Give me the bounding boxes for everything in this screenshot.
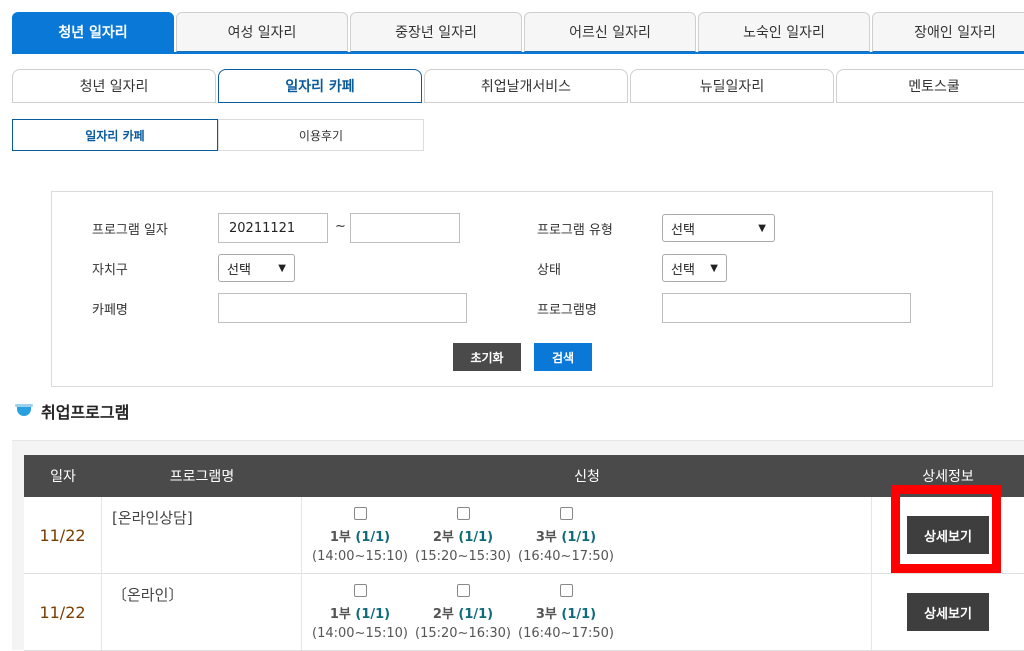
slot-part: 1부 — [329, 530, 351, 545]
slot-checkbox[interactable] — [559, 584, 573, 597]
slot-checkbox[interactable] — [456, 507, 470, 520]
tab3-reviews[interactable]: 이용후기 — [218, 119, 424, 151]
header-date: 일자 — [50, 469, 76, 485]
tabs-underline — [12, 52, 1024, 54]
header-apply: 신청 — [574, 469, 600, 485]
slot-1: 1부 (1/1) (14:00~15:10) — [310, 584, 410, 641]
district-label: 자치구 — [92, 263, 128, 278]
slot-checkbox[interactable] — [456, 584, 470, 597]
slot-part: 2부 — [432, 607, 454, 622]
view-detail-button[interactable]: 상세보기 — [907, 516, 989, 554]
slot-checkbox[interactable] — [559, 507, 573, 520]
status-select[interactable]: 선택 ▼ — [662, 254, 727, 282]
program-table: 일자 프로그램명 신청 상세정보 11/22 [온라인상담] 1부 (1/1) … — [24, 455, 1024, 651]
slot-count: (1/1) — [355, 607, 391, 622]
slot-2: 2부 (1/1) (15:20~15:30) — [413, 507, 513, 564]
district-select[interactable]: 선택 ▼ — [218, 254, 295, 282]
slot-time: (15:20~16:30) — [415, 626, 511, 641]
cafe-name-label: 카페명 — [92, 303, 128, 318]
slot-time: (14:00~15:10) — [312, 549, 408, 564]
row-date: 11/22 — [24, 497, 102, 573]
header-program-name: 프로그램명 — [169, 469, 235, 485]
subtab-new-deal-jobs[interactable]: 뉴딜일자리 — [630, 69, 834, 103]
row-detail: 상세보기 — [872, 497, 1024, 573]
tab-middle-aged-jobs[interactable]: 중장년 일자리 — [350, 12, 522, 52]
slot-part: 2부 — [432, 530, 454, 545]
slot-time: (16:40~17:50) — [518, 626, 614, 641]
subtab-mentor-school[interactable]: 멘토스쿨 — [836, 69, 1024, 103]
view-detail-button[interactable]: 상세보기 — [907, 593, 989, 631]
row-apply-slots: 1부 (1/1) (14:00~15:10) 2부 (1/1) (15:20~1… — [302, 574, 872, 650]
search-button[interactable]: 검색 — [534, 343, 592, 371]
sub-category-tabs: 청년 일자리 일자리 카페 취업날개서비스 뉴딜일자리 멘토스쿨 — [12, 69, 1024, 103]
search-form: 프로그램 일자 20211121 ~ 프로그램 유형 선택 ▼ 자치구 선택 ▼… — [51, 191, 993, 387]
slot-time: (16:40~17:50) — [518, 549, 614, 564]
slot-3: 3부 (1/1) (16:40~17:50) — [516, 507, 616, 564]
program-type-select[interactable]: 선택 ▼ — [662, 214, 775, 242]
row-program-name: [온라인상담] — [102, 497, 302, 573]
date-from-input[interactable]: 20211121 — [218, 213, 328, 243]
tab-youth-jobs[interactable]: 청년 일자리 — [12, 12, 174, 52]
cafe-name-input[interactable] — [218, 293, 467, 323]
slot-count: (1/1) — [458, 607, 494, 622]
detail-tabs: 일자리 카페 이용후기 — [12, 119, 424, 151]
row-date: 11/22 — [24, 574, 102, 650]
slot-count: (1/1) — [561, 530, 597, 545]
program-name-label: 프로그램명 — [537, 303, 597, 318]
slot-time: (14:00~15:10) — [312, 626, 408, 641]
date-range-separator: ~ — [335, 219, 346, 234]
tab-women-jobs[interactable]: 여성 일자리 — [176, 12, 348, 52]
subtab-job-wings-service[interactable]: 취업날개서비스 — [424, 69, 628, 103]
tab-homeless-jobs[interactable]: 노숙인 일자리 — [698, 12, 870, 52]
slot-3: 3부 (1/1) (16:40~17:50) — [516, 584, 616, 641]
row-program-name: 〔온라인〕 — [102, 574, 302, 650]
program-type-value: 선택 — [671, 222, 695, 238]
status-value: 선택 — [671, 262, 695, 278]
slot-part: 3부 — [535, 530, 557, 545]
chevron-down-icon: ▼ — [710, 262, 718, 274]
section-header: 취업프로그램 — [15, 398, 129, 424]
slot-checkbox[interactable] — [353, 507, 367, 520]
tab3-job-cafe[interactable]: 일자리 카페 — [12, 119, 218, 151]
program-date-label: 프로그램 일자 — [92, 223, 168, 238]
chevron-down-icon: ▼ — [278, 262, 286, 274]
slot-1: 1부 (1/1) (14:00~15:10) — [310, 507, 410, 564]
slot-part: 1부 — [329, 607, 351, 622]
slot-count: (1/1) — [355, 530, 391, 545]
slot-count: (1/1) — [458, 530, 494, 545]
tab-disabled-jobs[interactable]: 장애인 일자리 — [872, 12, 1024, 52]
main-category-tabs: 청년 일자리 여성 일자리 중장년 일자리 어르신 일자리 노숙인 일자리 장애… — [12, 12, 1024, 54]
chevron-down-icon: ▼ — [758, 222, 766, 234]
status-label: 상태 — [537, 263, 561, 278]
subtab-youth-jobs[interactable]: 청년 일자리 — [12, 69, 216, 103]
table-header: 일자 프로그램명 신청 상세정보 — [24, 455, 1024, 497]
table-row: 11/22 [온라인상담] 1부 (1/1) (14:00~15:10) 2부 … — [24, 497, 1024, 574]
row-detail: 상세보기 — [872, 574, 1024, 650]
reset-button[interactable]: 초기화 — [453, 343, 521, 371]
slot-time: (15:20~15:30) — [415, 549, 511, 564]
district-value: 선택 — [227, 262, 251, 278]
slot-2: 2부 (1/1) (15:20~16:30) — [413, 584, 513, 641]
slot-count: (1/1) — [561, 607, 597, 622]
subtab-job-cafe[interactable]: 일자리 카페 — [218, 69, 422, 103]
program-type-label: 프로그램 유형 — [537, 223, 613, 238]
program-table-container: 일자 프로그램명 신청 상세정보 11/22 [온라인상담] 1부 (1/1) … — [12, 440, 1024, 651]
program-name-input[interactable] — [662, 293, 911, 323]
section-title: 취업프로그램 — [41, 403, 130, 422]
header-detail: 상세정보 — [922, 469, 974, 485]
row-apply-slots: 1부 (1/1) (14:00~15:10) 2부 (1/1) (15:20~1… — [302, 497, 872, 573]
table-row: 11/22 〔온라인〕 1부 (1/1) (14:00~15:10) 2부 (1… — [24, 574, 1024, 651]
tab-senior-jobs[interactable]: 어르신 일자리 — [524, 12, 696, 52]
bowl-icon — [15, 404, 33, 418]
date-to-input[interactable] — [350, 213, 460, 243]
slot-checkbox[interactable] — [353, 584, 367, 597]
slot-part: 3부 — [535, 607, 557, 622]
